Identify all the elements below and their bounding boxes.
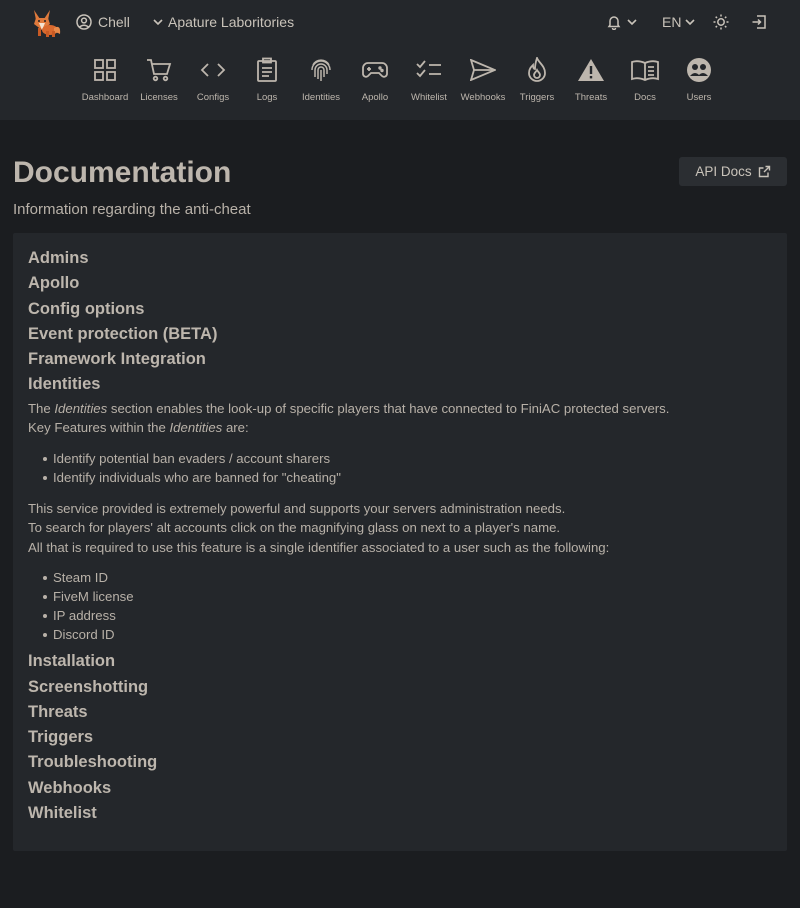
book-icon xyxy=(631,56,659,84)
logout-button[interactable] xyxy=(750,10,768,34)
user-name: Chell xyxy=(98,14,130,30)
section-framework-integration[interactable]: Framework Integration xyxy=(28,348,772,373)
nav-label: Docs xyxy=(634,92,656,103)
page-title: Documentation xyxy=(13,156,232,189)
nav-label: Threats xyxy=(574,92,608,103)
nav-label: Identities xyxy=(301,92,341,103)
nav-label: Whitelist xyxy=(411,92,447,103)
page-subtitle: Information regarding the anti-cheat xyxy=(13,201,251,218)
user-menu[interactable]: Chell xyxy=(76,12,130,32)
section-threats[interactable]: Threats xyxy=(28,701,772,726)
cart-icon xyxy=(145,56,173,84)
top-bar: Chell Apature Laboritories EN Dashboard … xyxy=(0,0,800,120)
grid-icon xyxy=(91,56,119,84)
list-item: Identify individuals who are banned for … xyxy=(41,468,772,487)
emphasis: Identities xyxy=(169,420,223,436)
text: Key Features within the xyxy=(28,420,170,436)
language-code: EN xyxy=(662,14,682,30)
language-selector[interactable]: EN xyxy=(662,10,696,34)
nav-label: Dashboard xyxy=(81,92,129,103)
list-item: Discord ID xyxy=(41,625,772,644)
flame-icon xyxy=(523,56,551,84)
chevron-down-icon xyxy=(684,16,696,28)
nav-item-triggers[interactable]: Triggers xyxy=(510,56,564,108)
nav-label: Users xyxy=(686,92,712,103)
clipboard-icon xyxy=(253,56,281,84)
list-item: Steam ID xyxy=(41,568,772,587)
nav-item-logs[interactable]: Logs xyxy=(240,56,294,108)
section-screenshotting[interactable]: Screenshotting xyxy=(28,676,772,701)
paragraph: The Identities section enables the look-… xyxy=(28,399,772,419)
logout-icon xyxy=(750,13,768,31)
section-troubleshooting[interactable]: Troubleshooting xyxy=(28,751,772,776)
chevron-down-icon xyxy=(626,16,638,28)
section-triggers[interactable]: Triggers xyxy=(28,726,772,751)
text: The xyxy=(28,400,55,416)
text: are: xyxy=(222,420,249,436)
section-config-options[interactable]: Config options xyxy=(28,298,772,323)
section-identities[interactable]: Identities xyxy=(28,373,772,398)
main-nav: Dashboard Licenses Configs Logs Identiti… xyxy=(78,56,726,108)
nav-item-dashboard[interactable]: Dashboard xyxy=(78,56,132,108)
fox-logo-icon[interactable] xyxy=(28,8,62,38)
nav-item-identities[interactable]: Identities xyxy=(294,56,348,108)
warning-icon xyxy=(577,56,605,84)
code-icon xyxy=(199,56,227,84)
list-item: IP address xyxy=(41,606,772,625)
org-selector[interactable]: Apature Laboritories xyxy=(152,12,294,32)
nav-item-webhooks[interactable]: Webhooks xyxy=(456,56,510,108)
org-name: Apature Laboritories xyxy=(168,14,295,30)
theme-toggle-button[interactable] xyxy=(712,10,730,34)
nav-item-licenses[interactable]: Licenses xyxy=(132,56,186,108)
list-item: Identify potential ban evaders / account… xyxy=(41,449,772,468)
bell-icon xyxy=(606,14,622,30)
identifier-list: Steam ID FiveM license IP address Discor… xyxy=(28,568,772,644)
nav-label: Configs xyxy=(196,92,230,103)
chevron-down-icon xyxy=(152,16,164,28)
paragraph: This service provided is extremely power… xyxy=(28,500,566,516)
fingerprint-icon xyxy=(307,56,335,84)
external-link-icon xyxy=(758,165,771,178)
nav-item-docs[interactable]: Docs xyxy=(618,56,672,108)
api-docs-button[interactable]: API Docs xyxy=(679,157,787,186)
list-item: FiveM license xyxy=(41,587,772,606)
emphasis: Identities xyxy=(54,400,108,416)
gamepad-icon xyxy=(361,56,389,84)
identities-content: The Identities section enables the look-… xyxy=(28,399,772,645)
text: section enables the look-up of specific … xyxy=(107,400,670,416)
nav-label: Logs xyxy=(256,92,278,103)
nav-label: Licenses xyxy=(140,92,178,103)
section-apollo[interactable]: Apollo xyxy=(28,272,772,297)
nav-item-users[interactable]: Users xyxy=(672,56,726,108)
nav-item-threats[interactable]: Threats xyxy=(564,56,618,108)
nav-item-apollo[interactable]: Apollo xyxy=(348,56,402,108)
nav-label: Triggers xyxy=(519,92,555,103)
section-webhooks[interactable]: Webhooks xyxy=(28,777,772,802)
nav-label: Apollo xyxy=(361,92,389,103)
paragraph: Key Features within the Identities are: xyxy=(28,418,772,438)
section-event-protection[interactable]: Event protection (BETA) xyxy=(28,323,772,348)
section-installation[interactable]: Installation xyxy=(28,650,772,675)
send-icon xyxy=(469,56,497,84)
nav-item-whitelist[interactable]: Whitelist xyxy=(402,56,456,108)
notifications-button[interactable] xyxy=(606,10,638,34)
docs-panel: Admins Apollo Config options Event prote… xyxy=(13,233,787,851)
checklist-icon xyxy=(415,56,443,84)
feature-list: Identify potential ban evaders / account… xyxy=(28,449,772,487)
nav-item-configs[interactable]: Configs xyxy=(186,56,240,108)
paragraph: All that is required to use this feature… xyxy=(28,539,610,555)
paragraph: To search for players' alt accounts clic… xyxy=(28,520,561,536)
section-whitelist[interactable]: Whitelist xyxy=(28,802,772,827)
user-circle-icon xyxy=(76,14,92,30)
api-docs-label: API Docs xyxy=(695,164,752,179)
users-icon xyxy=(685,56,713,84)
section-admins[interactable]: Admins xyxy=(28,247,772,272)
nav-label: Webhooks xyxy=(460,92,506,103)
sun-icon xyxy=(712,13,730,31)
